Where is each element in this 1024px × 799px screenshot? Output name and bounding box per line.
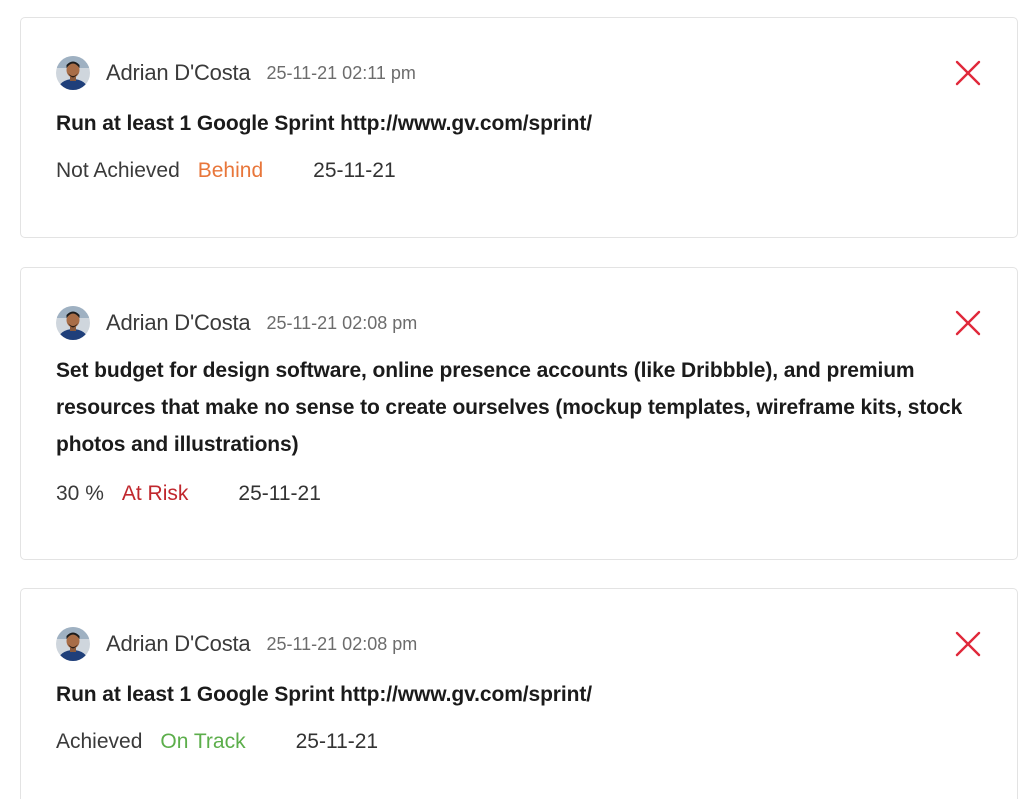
user-avatar-icon xyxy=(56,56,90,90)
progress-value: 30 % xyxy=(56,482,104,505)
due-date: 25-11-21 xyxy=(313,159,396,182)
avatar[interactable] xyxy=(56,306,90,340)
status-badge: Behind xyxy=(197,159,264,182)
user-avatar-icon xyxy=(56,306,90,340)
close-icon xyxy=(955,310,981,336)
close-icon xyxy=(955,631,981,657)
card-header: Adrian D'Costa 25-11-21 02:11 pm xyxy=(56,56,416,90)
progress-value: Achieved xyxy=(56,730,143,753)
avatar[interactable] xyxy=(56,627,90,661)
status-badge: On Track xyxy=(160,730,246,753)
checkin-meta: Achieved On Track 25-11-21 xyxy=(56,730,378,754)
progress-value: Not Achieved xyxy=(56,159,180,182)
card-header: Adrian D'Costa 25-11-21 02:08 pm xyxy=(56,627,417,661)
close-icon xyxy=(955,60,981,86)
card-header: Adrian D'Costa 25-11-21 02:08 pm xyxy=(56,306,417,340)
user-avatar-icon xyxy=(56,627,90,661)
checkin-title: Run at least 1 Google Sprint http://www.… xyxy=(56,112,592,135)
author-name[interactable]: Adrian D'Costa xyxy=(106,60,251,86)
author-name[interactable]: Adrian D'Costa xyxy=(106,310,251,336)
due-date: 25-11-21 xyxy=(238,482,321,505)
checkin-title: Run at least 1 Google Sprint http://www.… xyxy=(56,683,592,706)
timestamp: 25-11-21 02:11 pm xyxy=(266,62,416,83)
avatar[interactable] xyxy=(56,56,90,90)
checkin-card: Adrian D'Costa 25-11-21 02:08 pm Run at … xyxy=(20,588,1018,799)
checkin-title: Set budget for design software, online p… xyxy=(56,359,963,456)
author-name[interactable]: Adrian D'Costa xyxy=(106,631,251,657)
status-badge: At Risk xyxy=(121,482,189,505)
timestamp: 25-11-21 02:08 pm xyxy=(266,312,418,333)
checkin-card: Adrian D'Costa 25-11-21 02:08 pm Set bud… xyxy=(20,267,1018,560)
timestamp: 25-11-21 02:08 pm xyxy=(266,633,418,654)
checkin-meta: Not Achieved Behind 25-11-21 xyxy=(56,159,396,183)
close-button[interactable] xyxy=(953,58,983,88)
checkin-meta: 30 % At Risk 25-11-21 xyxy=(56,482,321,506)
checkin-card: Adrian D'Costa 25-11-21 02:11 pm Run at … xyxy=(20,17,1018,238)
due-date: 25-11-21 xyxy=(295,730,379,753)
checkin-feed: Adrian D'Costa 25-11-21 02:11 pm Run at … xyxy=(0,0,1024,799)
close-button[interactable] xyxy=(953,629,983,659)
close-button[interactable] xyxy=(953,308,983,338)
